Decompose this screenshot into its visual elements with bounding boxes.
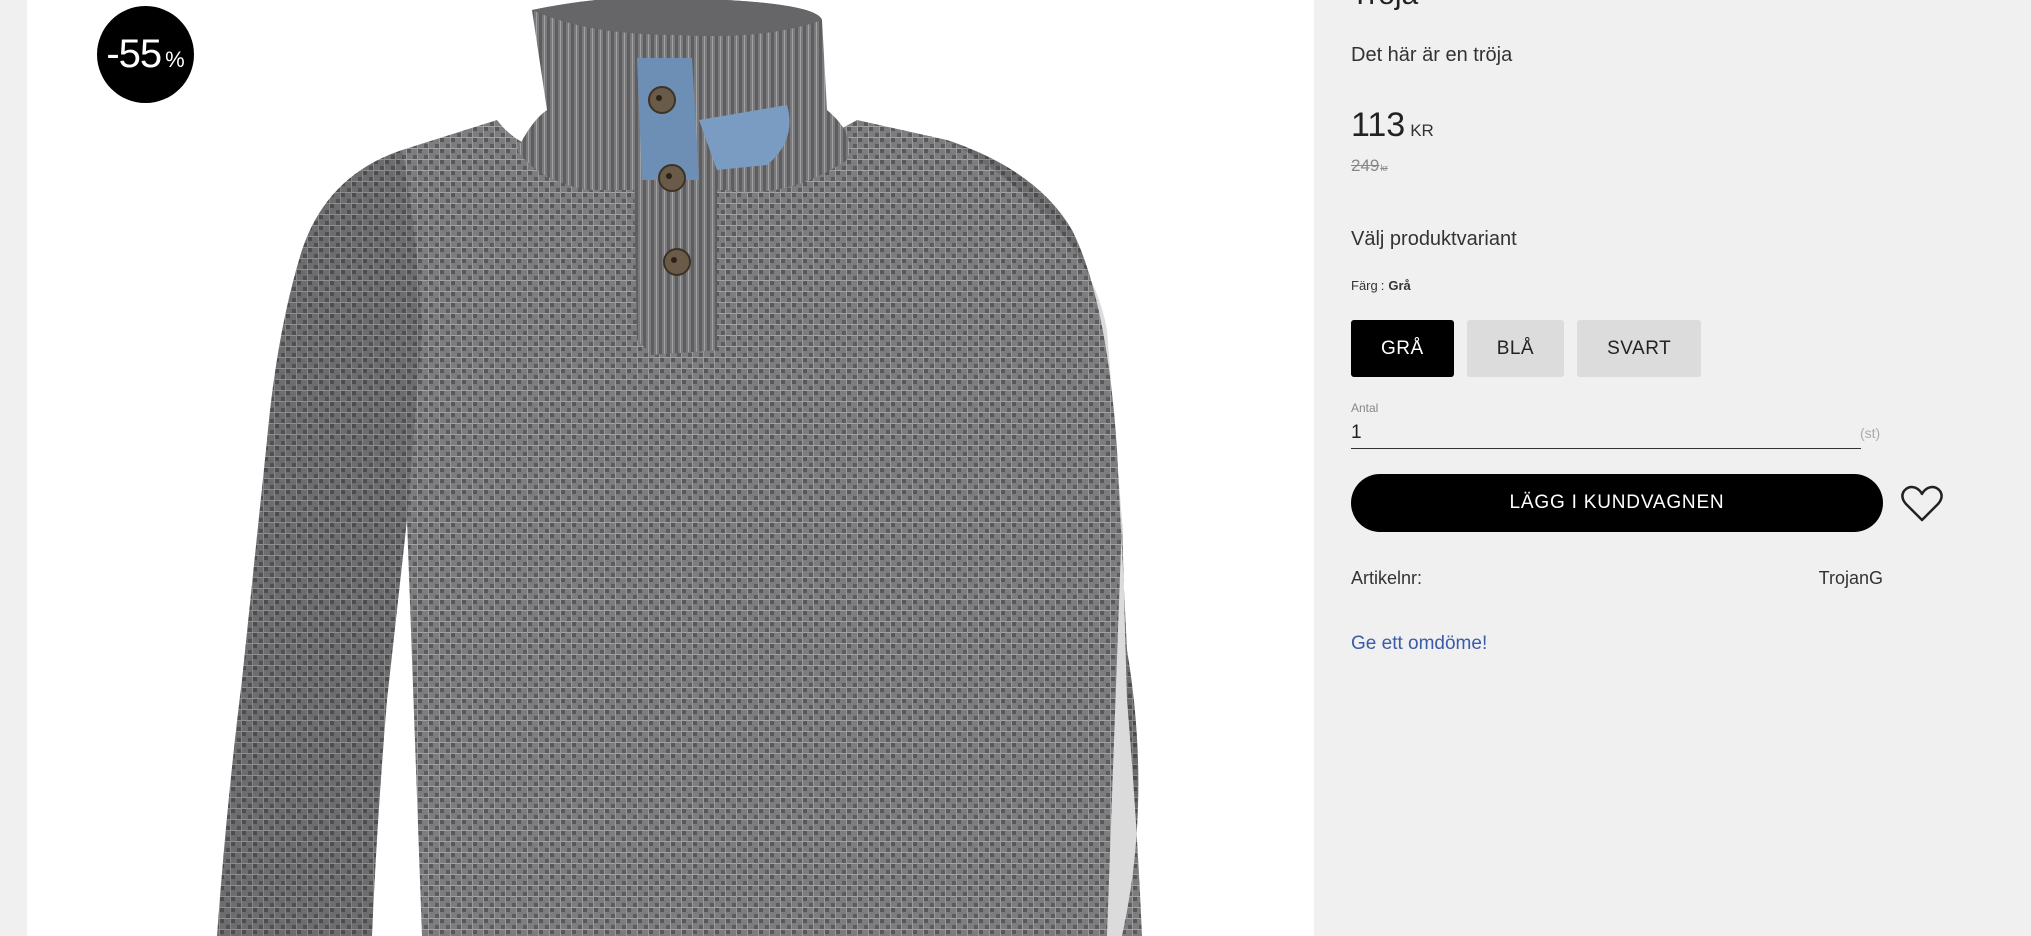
- product-page: -55 % Tröja Det här är en tröja 113 KR 2…: [0, 0, 2031, 936]
- product-info-panel: Tröja Det här är en tröja 113 KR 249 kr …: [1351, 0, 1991, 936]
- color-label: Färg: Grå: [1351, 278, 1411, 293]
- add-to-cart-button[interactable]: LÄGG I KUNDVAGNEN: [1351, 474, 1883, 532]
- write-review-link[interactable]: Ge ett omdöme!: [1351, 633, 1487, 655]
- product-image-panel: -55 %: [27, 0, 1314, 936]
- variant-option-bla[interactable]: BLÅ: [1466, 320, 1565, 377]
- old-price-amount: 249: [1351, 156, 1380, 175]
- variant-heading: Välj produktvariant: [1351, 228, 1517, 250]
- product-title: Tröja: [1351, 0, 1418, 12]
- product-description: Det här är en tröja: [1351, 44, 1513, 66]
- price-currency: KR: [1410, 121, 1434, 140]
- old-price-currency: kr: [1380, 163, 1388, 173]
- current-price: 113 KR: [1351, 106, 1434, 145]
- color-variant-options: GRÅ BLÅ SVART: [1351, 320, 1702, 377]
- variant-option-gra[interactable]: GRÅ: [1351, 320, 1454, 377]
- color-label-text: Färg: [1351, 278, 1378, 293]
- discount-value: -55: [106, 32, 162, 76]
- color-label-value: Grå: [1388, 278, 1411, 293]
- article-number-value: TrojanG: [1818, 568, 1883, 588]
- quantity-label: Antal: [1351, 401, 1379, 415]
- price-amount: 113: [1351, 106, 1406, 144]
- article-number-label: Artikelnr:: [1351, 568, 1423, 588]
- discount-unit: %: [165, 46, 185, 72]
- article-number-row: Artikelnr: TrojanG: [1351, 568, 1883, 589]
- quantity-unit: (st): [1860, 425, 1881, 441]
- sweater-image: [217, 0, 1142, 936]
- quantity-input[interactable]: [1351, 418, 1861, 449]
- heart-icon: [1901, 485, 1943, 522]
- wishlist-button[interactable]: [1900, 484, 1944, 524]
- discount-badge: -55 %: [97, 6, 194, 103]
- color-label-separator: :: [1380, 278, 1385, 293]
- variant-option-svart[interactable]: SVART: [1577, 320, 1702, 377]
- original-price: 249 kr: [1351, 156, 1388, 176]
